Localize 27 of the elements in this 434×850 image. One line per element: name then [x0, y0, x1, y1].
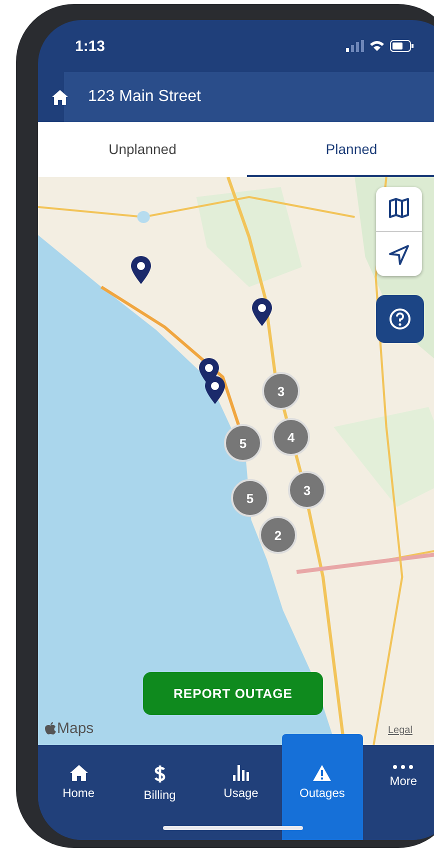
warning-icon: [313, 765, 332, 781]
map-pin-icon[interactable]: [131, 256, 151, 284]
maps-attribution: Maps: [57, 720, 94, 737]
home-icon[interactable]: [52, 90, 68, 104]
help-button[interactable]: [376, 295, 424, 343]
apple-logo-icon: [45, 722, 56, 735]
bar-chart-icon: [233, 765, 249, 781]
nav-tab[interactable]: Home: [38, 745, 120, 840]
map-pin-icon[interactable]: [252, 298, 272, 326]
battery-icon: [390, 40, 414, 52]
map-pin-icon[interactable]: [205, 376, 225, 404]
report-outage-button[interactable]: REPORT OUTAGE: [143, 672, 323, 715]
help-icon: [389, 308, 411, 330]
wifi-icon: [369, 40, 385, 52]
nav-tab[interactable]: Billing: [119, 745, 200, 840]
nav-tab[interactable]: More: [362, 745, 434, 840]
nav-tab[interactable]: Outages: [282, 734, 363, 840]
home-icon: [70, 765, 88, 781]
nav-tab[interactable]: Usage: [200, 745, 282, 840]
status-time: 1:13: [75, 38, 106, 54]
map-icon[interactable]: [388, 197, 410, 219]
more-icon: [393, 765, 414, 769]
address-title: 123 Main Street: [88, 88, 201, 106]
dollar-icon: [154, 765, 166, 783]
location-arrow-icon[interactable]: [388, 244, 410, 266]
legal-link[interactable]: Legal: [388, 725, 412, 736]
signal-icon: [346, 40, 364, 52]
